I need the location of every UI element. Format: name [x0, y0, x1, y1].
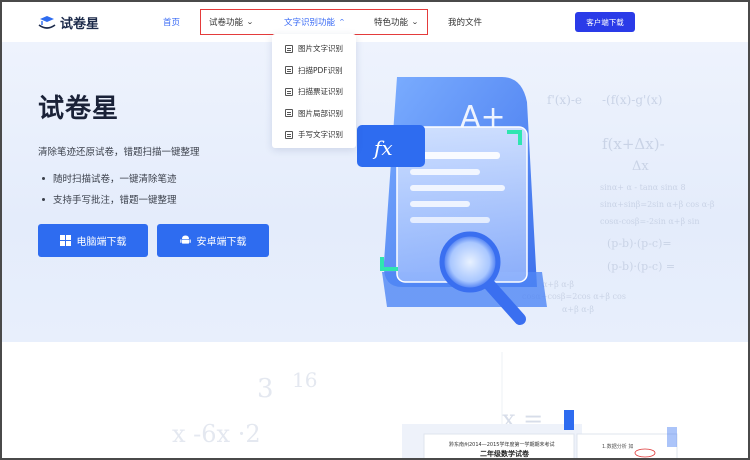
- nav-my-files-label: 我的文件: [448, 18, 483, 28]
- dropdown-item-image-text[interactable]: 图片文字识别: [272, 38, 356, 60]
- android-download-button[interactable]: 安卓端下载: [157, 224, 269, 257]
- nav-home[interactable]: 首页: [163, 16, 180, 28]
- hero-title: 试卷星: [38, 94, 120, 124]
- paper-heading: 黔东南州2014—2015学年度第一学期期末考试: [449, 442, 555, 448]
- svg-text:sinα+sinβ=2sin α+β cos α-β: sinα+sinβ=2sin α+β cos α-β: [600, 200, 715, 209]
- top-nav-bar: 试卷星 首页 试卷功能 ⌄ 文字识别功能 ⌃ 特色功能 ⌄ 我的文件 客户端下载: [2, 2, 748, 42]
- nav-my-files[interactable]: 我的文件: [448, 16, 482, 28]
- dropdown-item-label: 扫描PDF识别: [298, 65, 343, 75]
- svg-text:(p-b)·(p-c) =: (p-b)·(p-c) =: [607, 260, 675, 273]
- svg-text:cosα-cosβ=-2sin α+β sin: cosα-cosβ=-2sin α+β sin: [600, 217, 699, 226]
- handwriting-icon: [285, 130, 293, 139]
- partial-image-icon: [285, 109, 293, 118]
- client-download-button[interactable]: 客户端下载: [575, 12, 635, 32]
- dropdown-item-handwriting[interactable]: 手写文字识别: [272, 124, 356, 146]
- svg-text:Δx: Δx: [632, 159, 649, 174]
- windows-icon: [59, 235, 71, 246]
- svg-text:sinα+ α - tanα sinα 8: sinα+ α - tanα sinα 8: [600, 183, 686, 192]
- feature-list: 随时扫描试卷，一键清除笔迹 支持手写批注，错题一键整理: [42, 171, 177, 213]
- svg-text:1.数据分析 如: 1.数据分析 如: [602, 443, 633, 450]
- feature-text: 支持手写批注，错题一键整理: [53, 195, 177, 206]
- logo-icon: [38, 15, 56, 31]
- dropdown-item-label: 图片局部识别: [298, 108, 343, 118]
- svg-text:x -6x ·2: x -6x ·2: [172, 420, 261, 448]
- text-recognition-dropdown: 图片文字识别 扫描PDF识别 扫描票证识别 图片局部识别 手写文字识别: [272, 34, 356, 148]
- pc-download-label: 电脑端下载: [76, 237, 127, 248]
- lower-background: 3 16 x -6x ·2 x = 1.数据分析 如: [172, 352, 678, 458]
- feature-item: 随时扫描试卷，一键清除笔迹: [42, 171, 177, 185]
- dropdown-item-scan-ticket[interactable]: 扫描票证识别: [272, 81, 356, 103]
- image-text-icon: [285, 44, 293, 53]
- svg-text:f(x+Δx)-: f(x+Δx)-: [602, 135, 665, 153]
- logo-text: 试卷星: [60, 17, 100, 32]
- nav-home-label: 首页: [163, 18, 181, 28]
- svg-text:(p-b)·(p-c)=: (p-b)·(p-c)=: [607, 237, 672, 250]
- dropdown-item-partial-image[interactable]: 图片局部识别: [272, 103, 356, 125]
- document-illustration: A+ fx: [357, 77, 547, 325]
- hero-section: f'(x)-e -(f(x)-g'(x) f(x+Δx)- Δx sinα+ α…: [2, 42, 748, 342]
- svg-text:3: 3: [257, 374, 274, 404]
- scan-pdf-icon: [285, 66, 293, 75]
- bullet-dot: [42, 176, 45, 180]
- paper-title: 二年级数学试卷: [480, 450, 529, 458]
- highlight-box: [200, 9, 428, 35]
- dropdown-item-scan-pdf[interactable]: 扫描PDF识别: [272, 60, 356, 82]
- fx-text: fx: [372, 136, 393, 160]
- logo[interactable]: 试卷星: [38, 13, 99, 32]
- dropdown-item-label: 扫描票证识别: [298, 87, 343, 97]
- dropdown-item-label: 图片文字识别: [298, 44, 343, 54]
- bullet-dot: [42, 197, 45, 201]
- dropdown-item-label: 手写文字识别: [298, 130, 343, 140]
- lower-section: 3 16 x -6x ·2 x = 1.数据分析 如 黔东南州2014—2015…: [2, 342, 748, 458]
- feature-text: 随时扫描试卷，一键清除笔迹: [53, 174, 177, 185]
- android-icon: [179, 234, 191, 248]
- page-frame: 试卷星 首页 试卷功能 ⌄ 文字识别功能 ⌃ 特色功能 ⌄ 我的文件 客户端下载…: [0, 0, 750, 460]
- svg-text:16: 16: [292, 368, 317, 392]
- svg-text:-(f(x)-g'(x): -(f(x)-g'(x): [602, 93, 662, 107]
- pc-download-button[interactable]: 电脑端下载: [38, 224, 148, 257]
- scan-ticket-icon: [285, 87, 293, 96]
- hero-subtitle: 清除笔迹还原试卷，错题扫描一键整理: [38, 147, 200, 158]
- feature-item: 支持手写批注，错题一键整理: [42, 192, 177, 206]
- grade-text: A+: [460, 100, 506, 135]
- android-download-label: 安卓端下载: [196, 237, 247, 248]
